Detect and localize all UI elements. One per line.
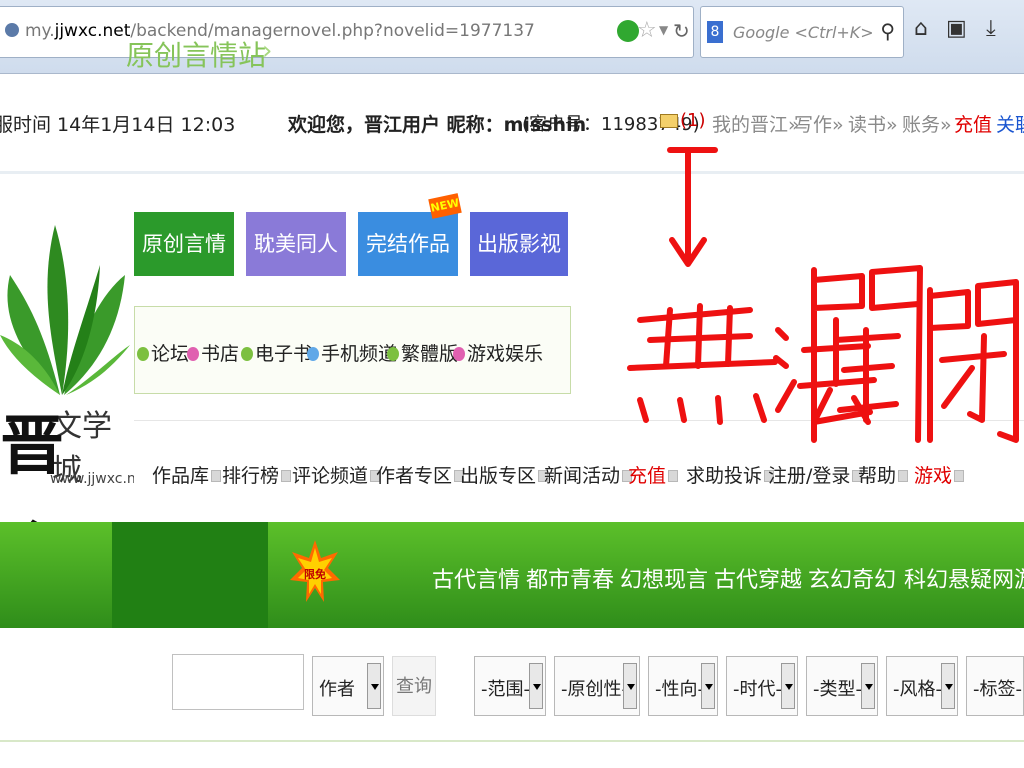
channel-romance-button[interactable]: 原创言情站 — [134, 212, 234, 320]
bookstore-icon — [187, 347, 199, 361]
nav-dropdown-icon — [281, 470, 292, 482]
channel-completed-button[interactable]: 完结作品库 — [358, 212, 458, 320]
home-icon[interactable]: ⌂ — [914, 16, 928, 41]
genre-ancient-romance[interactable]: 古代言情 — [432, 562, 520, 594]
chevron-down-icon[interactable] — [701, 663, 715, 709]
main-navigation: 作品库 排行榜 评论频道 作者专区 出版专区 新闻活动 充值 求助投诉 注册/登… — [134, 420, 1024, 520]
nav-help[interactable]: 帮助 — [858, 461, 909, 488]
nav-news[interactable]: 新闻活动 — [544, 461, 633, 488]
link-account[interactable]: 账务» — [902, 110, 952, 137]
filter-originality-select[interactable]: -原创性- — [554, 656, 640, 716]
chevron-right-icon: › — [262, 36, 273, 66]
quick-links-panel: 论坛 书店 电子书 手机频道 繁體版 游戏娱乐 — [134, 306, 571, 394]
url-prefix: my. — [25, 21, 55, 41]
server-time: 服时间 14年1月14日 12:03 — [0, 114, 236, 136]
nav-works[interactable]: 作品库 — [152, 461, 222, 488]
banner-title[interactable]: 原创言情站 — [126, 34, 266, 74]
forum-icon — [137, 347, 149, 361]
channel-danmei-button[interactable]: 耽美同人站 — [246, 212, 346, 320]
ebook-icon — [241, 347, 253, 361]
nav-dropdown-icon — [211, 470, 222, 482]
link-reading[interactable]: 读书» — [848, 110, 898, 137]
logo-leaves-icon — [0, 225, 130, 395]
link-recharge[interactable]: 充值 — [954, 110, 992, 137]
site-favicon-icon — [5, 23, 19, 37]
bookmark-star-icon[interactable]: ☆ — [637, 18, 657, 43]
genre-xuanhuan[interactable]: 玄幻奇幻 — [808, 562, 896, 594]
filter-scope-select[interactable]: -范围- — [474, 656, 546, 716]
search-field-select[interactable]: 作者 — [312, 656, 384, 716]
quicklink-mobile[interactable]: 手机频道 — [307, 339, 397, 366]
chevron-down-icon[interactable] — [941, 663, 955, 709]
games-icon — [453, 347, 465, 361]
user-info-bar: 服时间 14年1月14日 12:03 欢迎您，晋江用户 昵称：misshin (… — [0, 74, 1024, 174]
free-badge-icon[interactable]: 限免 — [290, 540, 340, 606]
genre-scifi-mystery[interactable]: 科幻悬疑网游 — [904, 562, 1024, 594]
quicklink-bookstore[interactable]: 书店 — [187, 339, 239, 366]
channel-publishing-button[interactable]: 出版影视 — [470, 212, 568, 276]
filter-type-select[interactable]: -类型- — [806, 656, 878, 716]
quicklink-traditional[interactable]: 繁體版 — [387, 339, 458, 366]
quicklink-games[interactable]: 游戏娱乐 — [453, 339, 543, 366]
nav-register-login[interactable]: 注册/登录 — [768, 461, 863, 488]
nav-help-complaints[interactable]: 求助投诉 — [686, 461, 775, 488]
link-my-jjwxc[interactable]: 我的晋江» — [712, 110, 800, 137]
keyword-input[interactable] — [172, 654, 304, 710]
filter-tag-select[interactable]: -标签- — [966, 656, 1024, 716]
history-dropdown-icon[interactable]: ▼ — [659, 23, 668, 37]
filter-orientation-select[interactable]: -性向- — [648, 656, 718, 716]
genre-urban-youth[interactable]: 都市青春 — [526, 562, 614, 594]
nav-rankings[interactable]: 排行榜 — [222, 461, 292, 488]
nav-games[interactable]: 游戏 — [914, 461, 965, 488]
chevron-down-icon[interactable] — [623, 663, 637, 709]
link-writing[interactable]: 写作» — [794, 110, 844, 137]
link-about[interactable]: 关联 — [996, 110, 1024, 137]
search-engine-icon[interactable]: 8 — [707, 21, 723, 43]
filter-era-select[interactable]: -时代- — [726, 656, 798, 716]
mail-count[interactable]: (1) — [680, 110, 706, 131]
chevron-down-icon[interactable] — [781, 663, 795, 709]
go-arrow-icon[interactable] — [617, 20, 639, 42]
chevron-down-icon[interactable] — [861, 663, 875, 709]
nav-dropdown-icon — [954, 470, 965, 482]
nav-dropdown-icon — [898, 470, 909, 482]
handwritten-annotation — [627, 147, 1019, 443]
divider — [0, 740, 1024, 742]
free-badge-text: 限免 — [304, 567, 326, 581]
genre-time-travel[interactable]: 古代穿越 — [714, 562, 802, 594]
downloads-icon[interactable]: ⤓ — [986, 16, 996, 41]
bookmarks-menu-icon[interactable]: ▣ — [946, 16, 967, 41]
mail-icon[interactable] — [660, 114, 678, 128]
quicklink-ebook[interactable]: 电子书 — [241, 339, 312, 366]
chevron-down-icon[interactable] — [367, 663, 381, 709]
reload-icon[interactable]: ↻ — [673, 19, 690, 43]
nav-recharge[interactable]: 充值 — [628, 461, 679, 488]
logo-jin-char: 晋 — [0, 410, 64, 484]
url-text[interactable]: my.jjwxc.net/backend/managernovel.php?no… — [25, 21, 535, 41]
nav-reviews[interactable]: 评论频道 — [292, 461, 381, 488]
genre-fantasy-modern[interactable]: 幻想现言 — [620, 562, 708, 594]
search-box[interactable]: 8 Google <Ctrl+K> ⚲ — [700, 6, 904, 58]
mobile-icon — [307, 347, 319, 361]
filter-style-select[interactable]: -风格- — [886, 656, 958, 716]
nav-dropdown-icon — [668, 470, 679, 482]
nav-publishing[interactable]: 出版专区 — [460, 461, 549, 488]
banner-title-box — [112, 522, 268, 628]
search-placeholder: Google <Ctrl+K> — [733, 23, 874, 42]
magnifier-icon[interactable]: ⚲ — [880, 19, 895, 43]
nav-authors[interactable]: 作者专区 — [376, 461, 465, 488]
chevron-down-icon[interactable] — [529, 663, 543, 709]
traditional-icon — [387, 347, 399, 361]
quicklink-forum[interactable]: 论坛 — [137, 339, 189, 366]
url-domain: jjwxc.net — [54, 21, 131, 41]
address-bar[interactable]: my.jjwxc.net/backend/managernovel.php?no… — [0, 6, 694, 58]
query-button[interactable]: 查询 — [392, 656, 436, 716]
